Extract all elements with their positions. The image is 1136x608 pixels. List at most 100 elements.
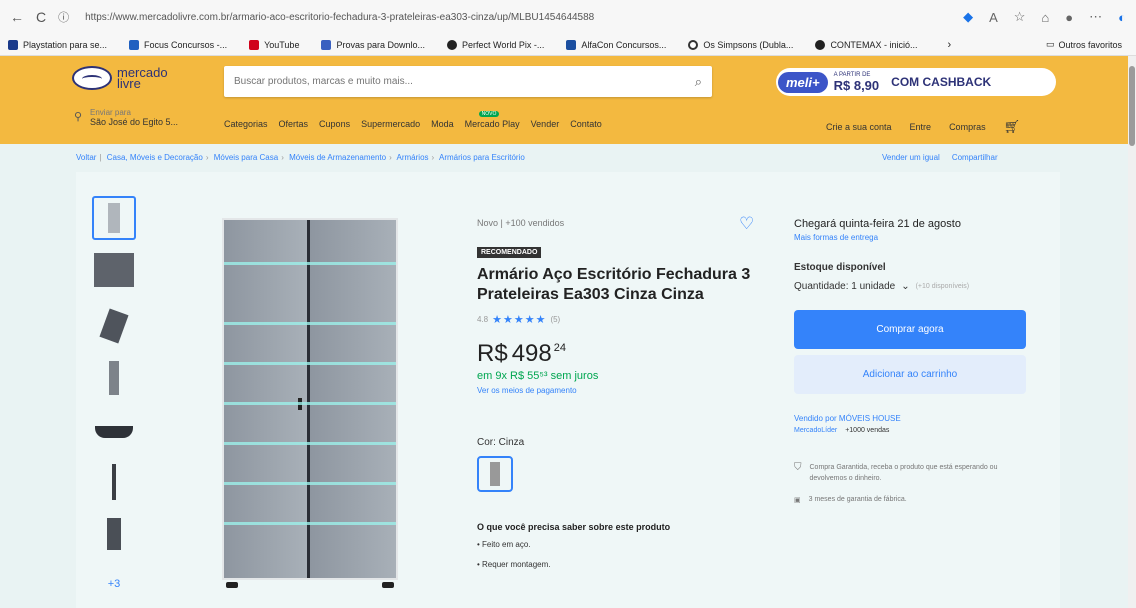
other-favorites[interactable]: ▭ Outros favoritos <box>1046 39 1122 50</box>
thumbnail-1[interactable] <box>92 196 136 240</box>
shield-icon: ⛉ <box>794 462 802 473</box>
thumbnail-image <box>95 426 133 438</box>
thumbnail-5[interactable] <box>92 410 136 454</box>
menu-item-supermercado[interactable]: Supermercado <box>361 119 420 129</box>
add-to-cart-button[interactable]: Adicionar ao carrinho <box>794 355 1026 394</box>
bookmark-item[interactable]: Playstation para se... <box>8 39 107 50</box>
mercadolivre-logo[interactable]: mercado livre <box>72 66 168 90</box>
seller-link[interactable]: Vendido por MÓVEIS HOUSE <box>794 414 1030 423</box>
more-icon[interactable]: ⋯ <box>1089 9 1102 25</box>
product-main-image[interactable] <box>212 212 410 592</box>
create-account-link[interactable]: Crie a sua conta <box>826 122 892 132</box>
more-shipping-link[interactable]: Mais formas de entrega <box>794 233 1030 242</box>
menu-item-vender[interactable]: Vender <box>531 119 560 129</box>
menu-item-moda[interactable]: Moda <box>431 119 454 129</box>
reload-icon[interactable]: C <box>36 9 46 25</box>
menu-item-categorias[interactable]: Categorias <box>224 119 268 129</box>
heart-icon[interactable]: ♡ <box>739 214 754 234</box>
payment-methods-link[interactable]: Ver os meios de pagamento <box>477 386 767 395</box>
breadcrumb-item[interactable]: Móveis de Armazenamento <box>289 153 386 162</box>
rating[interactable]: 4.8 ★★★★★ (5) <box>477 313 767 326</box>
profile-icon[interactable]: ● <box>1065 10 1073 25</box>
thumbnail-6[interactable] <box>92 460 136 504</box>
sell-similar-link[interactable]: Vender um igual <box>882 153 940 162</box>
thumbnail-4[interactable] <box>92 356 136 400</box>
search-icon[interactable]: ⌕ <box>695 74 702 90</box>
buy-now-button[interactable]: Comprar agora <box>794 310 1026 349</box>
thumbnail-image <box>108 203 120 233</box>
meli-plus-banner[interactable]: meli+ A PARTIR DE R$ 8,90 COM CASHBACK <box>776 68 1056 96</box>
breadcrumb-item[interactable]: Móveis para Casa <box>214 153 278 162</box>
cabinet-image <box>222 218 398 588</box>
bookmark-icon <box>129 39 140 50</box>
menu-item-ofertas[interactable]: Ofertas <box>279 119 309 129</box>
site-info-icon[interactable]: ⓘ <box>58 9 69 25</box>
menu-item-mercado-play[interactable]: Mercado Play <box>465 111 520 129</box>
bookmark-item[interactable]: AlfaCon Concursos... <box>566 39 666 50</box>
cart-icon[interactable]: 🛒︎ <box>1004 119 1021 135</box>
search-input[interactable] <box>234 76 695 87</box>
bookmark-icon <box>321 39 332 50</box>
menu-item-contato[interactable]: Contato <box>570 119 602 129</box>
image-glare-line <box>224 482 396 485</box>
bookmark-item[interactable]: Os Simpsons (Dubla... <box>688 39 793 50</box>
breadcrumb-item[interactable]: Armários para Escritório <box>439 153 525 162</box>
image-glare-line <box>224 362 396 365</box>
star-rating-icon: ★★★★★ <box>492 314 547 326</box>
promo-cashback: COM CASHBACK <box>891 75 992 89</box>
share-link[interactable]: Compartilhar <box>952 153 998 162</box>
bookmark-icon <box>566 39 577 50</box>
more-thumbnails[interactable]: +3 <box>92 562 136 606</box>
color-option-cinza[interactable] <box>477 456 513 492</box>
product-title: Armário Aço Escritório Fechadura 3 Prate… <box>477 266 751 303</box>
recommended-badge: RECOMENDADO <box>477 247 542 258</box>
scrollbar-thumb[interactable] <box>1129 66 1135 146</box>
folder-icon: ▭ <box>1045 39 1055 49</box>
login-link[interactable]: Entre <box>910 122 932 132</box>
breadcrumb-item[interactable]: Casa, Móveis e Decoração <box>107 153 203 162</box>
purchase-guarantee: ⛉ Compra Garantida, receba o produto que… <box>794 462 1030 484</box>
user-menu: Crie a sua conta Entre Compras 🛒︎ <box>826 119 1020 135</box>
buy-box: Chegará quinta-feira 21 de agosto Mais f… <box>794 218 1030 504</box>
bookmark-icon <box>8 39 18 50</box>
product-highlights: Feito em aço. Requer montagem. <box>477 540 767 569</box>
quantity-value: Quantidade: 1 unidade <box>794 281 896 292</box>
thumbnail-7[interactable] <box>92 512 136 556</box>
bookmarks-overflow-icon[interactable]: › <box>947 39 951 51</box>
search-box[interactable]: ⌕ <box>224 66 712 97</box>
url-field[interactable]: https://www.mercadolivre.com.br/armario-… <box>85 12 963 23</box>
bookmark-item[interactable]: CONTEMAX - inició... <box>815 39 917 50</box>
menu-item-cupons[interactable]: Cupons <box>319 119 350 129</box>
purchases-link[interactable]: Compras <box>949 122 986 132</box>
quantity-selector[interactable]: Quantidade: 1 unidade ⌄ (+10 disponíveis… <box>794 281 1030 292</box>
breadcrumb-back[interactable]: Voltar <box>76 153 96 162</box>
breadcrumb: Voltar | Casa, Móveis e Decoração › Móveis… <box>76 153 525 162</box>
bookmark-item[interactable]: Provas para Downlo... <box>321 39 425 50</box>
thumbnail-2[interactable] <box>92 248 136 292</box>
image-glare-line <box>224 262 396 265</box>
location-label: Enviar para <box>90 108 131 117</box>
bookmark-icon <box>688 39 699 50</box>
read-aloud-icon[interactable]: A <box>989 10 998 25</box>
breadcrumb-item[interactable]: Armários <box>397 153 429 162</box>
copilot-icon[interactable]: ◐ <box>1118 10 1126 25</box>
thumbnail-image <box>112 464 116 500</box>
cabinet-foot <box>226 582 238 588</box>
handshake-icon <box>72 66 112 90</box>
back-icon[interactable]: ← <box>10 9 24 25</box>
bookmark-item[interactable]: YouTube <box>249 39 299 50</box>
installments: em 9x R$ 55⁵³ sem juros <box>477 370 599 382</box>
delivery-location[interactable]: ⚲ Enviar para São José do Egito 5... <box>74 108 178 127</box>
thumbnail-image <box>94 253 134 287</box>
bookmark-item[interactable]: Focus Concursos -... <box>129 39 227 50</box>
bookmark-item[interactable]: Perfect World Pix -... <box>447 39 544 50</box>
bookmarks-bar: Playstation para se... Focus Concursos -… <box>0 34 1136 56</box>
meli-plus-logo: meli+ <box>778 71 828 93</box>
favorite-star-icon[interactable]: ☆ <box>1014 9 1026 25</box>
highlight-item: Requer montagem. <box>477 560 767 569</box>
extension-icon[interactable]: ◆ <box>963 9 973 25</box>
thumbnail-3[interactable] <box>92 304 136 348</box>
collections-icon[interactable]: ⌂ <box>1041 10 1049 25</box>
product-info: Novo | +100 vendidos ♡ RECOMENDADO Armár… <box>477 214 767 580</box>
warranty-icon: ▣ <box>794 497 801 504</box>
